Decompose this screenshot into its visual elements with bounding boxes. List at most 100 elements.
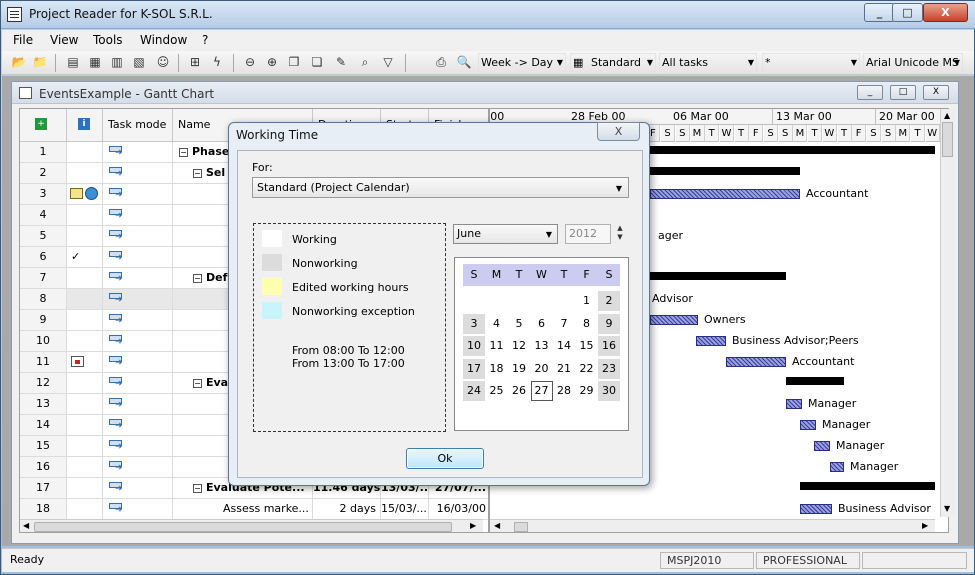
- scroll-up-icon[interactable]: ▲: [944, 111, 950, 120]
- year-spinner[interactable]: ▲ ▼: [614, 224, 626, 244]
- calendar-day[interactable]: 12: [508, 336, 530, 356]
- spin-up-icon[interactable]: ▲: [614, 224, 626, 233]
- finish-cell[interactable]: 16/03/00: [429, 499, 488, 519]
- row-number[interactable]: 18: [20, 499, 67, 519]
- menu-window[interactable]: Window: [140, 33, 187, 47]
- task-bar[interactable]: [726, 357, 786, 367]
- month-select[interactable]: June ▼: [453, 224, 558, 244]
- filter-icon[interactable]: ▽: [379, 54, 397, 71]
- calendar-day[interactable]: 26: [508, 381, 530, 401]
- calendar-day[interactable]: 25: [486, 381, 508, 401]
- filter-select[interactable]: All tasks ▼: [659, 53, 757, 73]
- row-number[interactable]: 13: [20, 394, 67, 414]
- calendar-day[interactable]: 20: [531, 359, 553, 379]
- calendar-day[interactable]: 17: [463, 358, 485, 379]
- row-number[interactable]: 10: [20, 331, 67, 351]
- row-number[interactable]: 1: [20, 142, 67, 162]
- collapse-icon[interactable]: −: [193, 484, 202, 493]
- calendar-day[interactable]: 7: [553, 314, 575, 334]
- ok-button[interactable]: Ok: [406, 448, 484, 469]
- gantt-view-icon[interactable]: ▤: [64, 54, 82, 71]
- task-mode-cell[interactable]: [103, 289, 173, 309]
- paste-icon[interactable]: ❏: [308, 54, 326, 71]
- task-bar[interactable]: [696, 336, 726, 346]
- grid-horizontal-scrollbar[interactable]: ◀ ▶: [20, 519, 483, 532]
- calendar-view-icon[interactable]: ▦: [86, 54, 104, 71]
- row-number[interactable]: 15: [20, 436, 67, 456]
- edit-icon[interactable]: ✎: [332, 54, 350, 71]
- row-number[interactable]: 2: [20, 163, 67, 183]
- calendar-day[interactable]: 9: [598, 313, 620, 334]
- task-mode-cell[interactable]: [103, 415, 173, 435]
- collapse-icon[interactable]: −: [193, 274, 202, 283]
- print-preview-icon[interactable]: 🔍: [455, 54, 473, 71]
- task-bar[interactable]: [650, 315, 698, 325]
- calendar-select[interactable]: ▦ Standard ▼: [570, 53, 656, 73]
- task-mode-cell[interactable]: [103, 268, 173, 288]
- calendar-day[interactable]: 14: [553, 336, 575, 356]
- scroll-right-icon[interactable]: ▶: [470, 521, 476, 530]
- calendar-day[interactable]: 2: [598, 291, 620, 311]
- gantt-vertical-scrollbar[interactable]: ▲ ▼: [940, 109, 955, 517]
- summary-bar[interactable]: [786, 377, 844, 385]
- task-mode-cell[interactable]: [103, 142, 173, 162]
- open-project-icon[interactable]: 📁: [31, 54, 49, 71]
- grid-header-task-mode[interactable]: Task mode: [103, 109, 173, 142]
- calendar-day[interactable]: 13: [531, 336, 553, 356]
- resource-icon[interactable]: ☺: [154, 54, 172, 71]
- zoom-in-icon[interactable]: ⊕: [263, 54, 281, 71]
- row-number[interactable]: 3: [20, 184, 67, 204]
- calendar-day[interactable]: 27: [530, 381, 553, 401]
- row-number[interactable]: 8: [20, 289, 67, 309]
- scroll-down-icon[interactable]: ▼: [944, 504, 950, 513]
- table-icon[interactable]: ⊞: [186, 54, 204, 71]
- calendar-day[interactable]: 22: [576, 359, 598, 379]
- app-icon[interactable]: [7, 7, 22, 22]
- menu-help[interactable]: ?: [202, 33, 208, 47]
- grid-scroll-thumb[interactable]: [34, 522, 452, 532]
- row-number[interactable]: 6: [20, 247, 67, 267]
- mdi-minimize-button[interactable]: _: [857, 85, 883, 100]
- row-number[interactable]: 4: [20, 205, 67, 225]
- calendar-day[interactable]: 1: [576, 291, 598, 311]
- task-mode-cell[interactable]: [103, 436, 173, 456]
- task-mode-cell[interactable]: [103, 331, 173, 351]
- mdi-restore-button[interactable]: □: [890, 85, 916, 100]
- task-mode-cell[interactable]: [103, 205, 173, 225]
- row-number[interactable]: 12: [20, 373, 67, 393]
- task-mode-cell[interactable]: [103, 310, 173, 330]
- task-mode-cell[interactable]: [103, 373, 173, 393]
- task-bar[interactable]: [800, 420, 816, 430]
- calendar-day[interactable]: 16: [598, 336, 620, 356]
- task-bar[interactable]: [800, 504, 832, 514]
- mdi-close-button[interactable]: X: [923, 85, 949, 100]
- grid-header-info[interactable]: i: [67, 109, 103, 142]
- row-number[interactable]: 9: [20, 310, 67, 330]
- task-usage-icon[interactable]: ▧: [130, 54, 148, 71]
- collapse-icon[interactable]: −: [193, 379, 202, 388]
- dialog-close-button[interactable]: X: [597, 122, 640, 141]
- menu-tools[interactable]: Tools: [93, 33, 123, 47]
- calendar-day[interactable]: 30: [598, 381, 620, 401]
- duration-cell[interactable]: 2 days: [313, 499, 381, 519]
- collapse-icon[interactable]: −: [179, 148, 188, 157]
- task-mode-cell[interactable]: [103, 499, 173, 519]
- row-number[interactable]: 17: [20, 478, 67, 498]
- calendar-day[interactable]: 5: [508, 314, 530, 334]
- task-mode-cell[interactable]: [103, 478, 173, 498]
- collapse-icon[interactable]: −: [193, 169, 202, 178]
- print-icon[interactable]: ⎙: [432, 54, 450, 71]
- row-number[interactable]: 5: [20, 226, 67, 246]
- summary-bar[interactable]: [800, 482, 935, 490]
- spin-down-icon[interactable]: ▼: [614, 233, 626, 242]
- task-name-cell[interactable]: Assess marke...: [173, 499, 313, 519]
- calendar-day[interactable]: 23: [598, 358, 620, 379]
- task-mode-cell[interactable]: [103, 184, 173, 204]
- scroll-right-icon[interactable]: ▶: [922, 521, 928, 530]
- task-mode-cell[interactable]: [103, 226, 173, 246]
- vertical-scroll-thumb[interactable]: [942, 122, 953, 157]
- grid-header-indicator[interactable]: +: [20, 109, 67, 142]
- start-cell[interactable]: 15/03/...: [381, 499, 429, 519]
- calendar-day[interactable]: 18: [486, 359, 508, 379]
- task-bar[interactable]: [814, 441, 830, 451]
